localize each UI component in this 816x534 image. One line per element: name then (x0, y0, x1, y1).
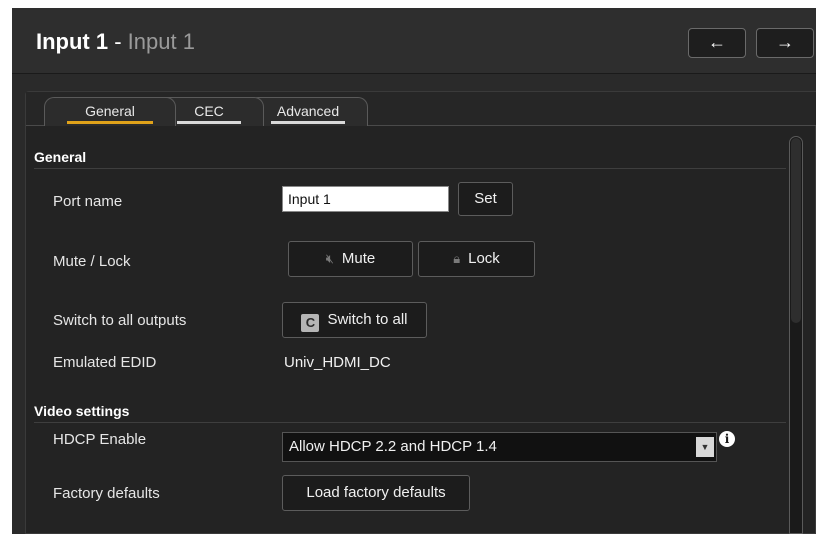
input-panel: Input 1 - Input 1 ← → General CEC Advanc… (12, 8, 816, 534)
padlock-icon: 🔒︎ (453, 251, 461, 267)
page-title: Input 1 - Input 1 (36, 28, 195, 56)
tab-bar: General CEC Advanced (26, 92, 816, 126)
hdcp-selected-value: Allow HDCP 2.2 and HDCP 1.4 (289, 438, 497, 455)
title-bar: Input 1 - Input 1 ← → (12, 8, 816, 74)
switch-to-all-button[interactable]: C Switch to all (282, 302, 427, 338)
vertical-scrollbar[interactable] (789, 136, 803, 534)
tab-cec-label: CEC (194, 103, 224, 119)
tab-general[interactable]: General (44, 97, 176, 126)
factory-defaults-label: Factory defaults (53, 485, 160, 502)
mute-button[interactable]: 🔇︎ Mute (288, 241, 413, 277)
hdcp-enable-select[interactable]: Allow HDCP 2.2 and HDCP 1.4 ▼ (282, 432, 717, 462)
lock-button[interactable]: 🔒︎ Lock (418, 241, 535, 277)
port-name-input[interactable] (282, 186, 449, 212)
tab-advanced-underline (271, 121, 345, 124)
hdcp-enable-label: HDCP Enable (53, 431, 147, 448)
port-name-label: Port name (53, 193, 123, 210)
section-video-heading: Video settings (34, 403, 130, 419)
scrollbar-thumb[interactable] (791, 138, 801, 323)
chevron-down-icon: ▼ (696, 437, 714, 457)
speaker-muted-icon: 🔇︎ (325, 251, 334, 267)
load-factory-defaults-button[interactable]: Load factory defaults (282, 475, 470, 511)
tab-general-underline (67, 121, 153, 124)
emulated-edid-label: Emulated EDID (53, 354, 157, 371)
title-main: Input 1 (36, 29, 109, 54)
lock-button-label: Lock (468, 250, 500, 267)
section-general-divider (34, 168, 786, 169)
previous-port-button[interactable]: ← (688, 28, 746, 58)
switch-all-outputs-label: Switch to all outputs (53, 312, 187, 329)
mute-button-label: Mute (341, 250, 376, 267)
tab-advanced[interactable]: Advanced (248, 97, 368, 126)
title-separator: - (108, 29, 128, 54)
info-icon[interactable]: i (719, 431, 735, 447)
tab-cec-underline (177, 121, 241, 124)
tab-advanced-label: Advanced (276, 103, 340, 119)
c-switch-icon: C (301, 314, 320, 332)
section-video-divider (34, 422, 786, 423)
section-general-heading: General (34, 149, 87, 165)
set-button[interactable]: Set (458, 182, 513, 216)
mute-lock-label: Mute / Lock (53, 253, 131, 270)
title-sub: Input 1 (127, 29, 195, 54)
next-port-button[interactable]: → (756, 28, 814, 58)
tab-general-label: General (85, 103, 135, 119)
switch-to-all-label: Switch to all (327, 311, 408, 328)
emulated-edid-value: Univ_HDMI_DC (284, 354, 391, 371)
